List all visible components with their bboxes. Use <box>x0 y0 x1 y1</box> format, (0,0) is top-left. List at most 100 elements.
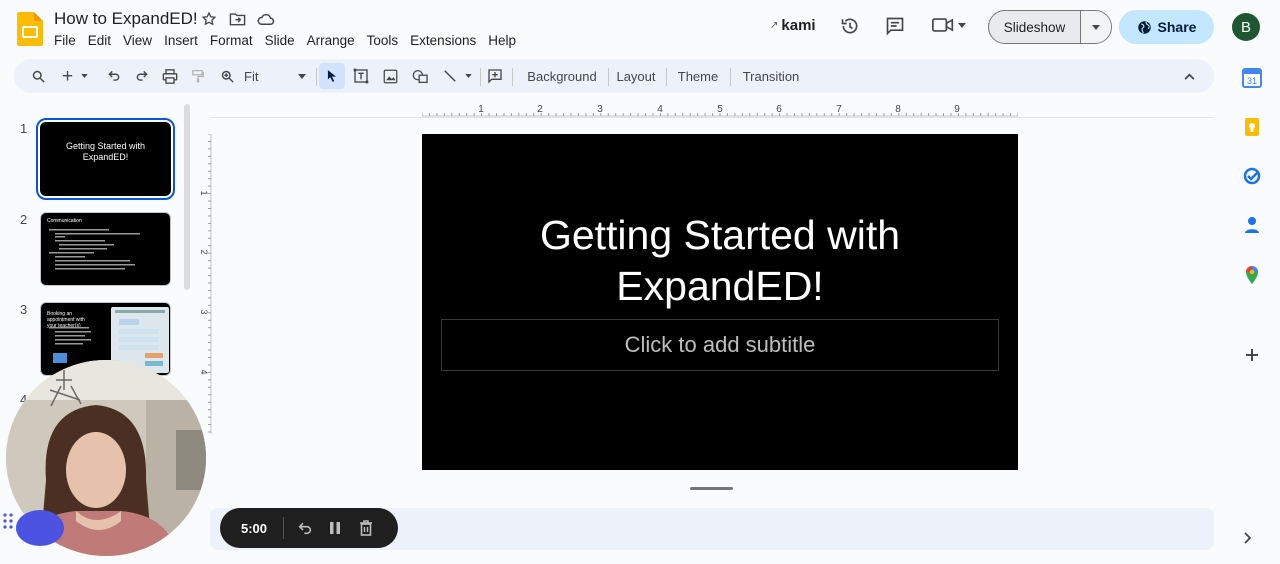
ruler-v-label: 4 <box>199 369 209 374</box>
pause-icon[interactable] <box>329 521 341 535</box>
ruler-h-label: 9 <box>954 104 960 115</box>
chevron-down-icon <box>464 74 472 78</box>
recorder-divider <box>283 517 285 539</box>
layout-button[interactable]: Layout <box>612 59 660 93</box>
toolbar-divider <box>512 68 513 86</box>
keep-notes-icon[interactable] <box>1242 117 1262 137</box>
new-slide-button[interactable]: + <box>58 59 92 93</box>
kami-extension-button[interactable]: ↗ kami <box>770 17 816 34</box>
zoom-value: Fit <box>244 68 259 84</box>
contacts-icon[interactable] <box>1242 215 1262 235</box>
recording-controls: 5:00 <box>220 508 398 548</box>
globe-icon <box>1137 20 1152 35</box>
menu-tools[interactable]: Tools <box>361 33 405 48</box>
line-tool[interactable] <box>439 59 475 93</box>
share-label: Share <box>1157 19 1197 35</box>
drag-handle-icon[interactable] <box>3 512 13 530</box>
subtitle-placeholder[interactable]: Click to add subtitle <box>441 319 999 371</box>
slide-title-line: Getting Started with <box>539 212 901 258</box>
ruler-h-label: 8 <box>895 104 901 115</box>
ruler-h-label: 1 <box>478 104 484 115</box>
ruler-h-label: 5 <box>717 104 723 115</box>
paint-format-icon[interactable] <box>188 59 208 93</box>
slide-number: 1 <box>20 121 28 136</box>
ruler-v-label: 3 <box>199 309 209 314</box>
tasks-icon[interactable] <box>1242 166 1262 186</box>
chevron-right-icon[interactable] <box>1244 532 1252 544</box>
menu-help[interactable]: Help <box>482 33 522 48</box>
speaker-notes-drag-handle[interactable] <box>690 487 733 490</box>
search-menus-icon[interactable] <box>28 59 48 93</box>
recorder-logo[interactable] <box>16 510 64 546</box>
theme-button[interactable]: Theme <box>672 59 724 93</box>
select-cursor-icon[interactable] <box>319 63 345 89</box>
vertical-ruler[interactable]: 1 2 3 4 <box>198 134 212 434</box>
ruler-h-label: 4 <box>657 104 663 115</box>
menu-edit[interactable]: Edit <box>82 33 117 48</box>
slideshow-button-group: Slideshow <box>988 10 1112 44</box>
chevron-down-icon <box>958 22 966 28</box>
menu-extensions[interactable]: Extensions <box>404 33 482 48</box>
restart-recording-icon[interactable] <box>297 521 313 535</box>
slideshow-button[interactable]: Slideshow <box>989 11 1081 43</box>
thumbnail-bullets <box>49 229 140 270</box>
redo-icon[interactable] <box>132 59 152 93</box>
slides-logo-icon[interactable] <box>17 12 43 46</box>
maps-icon[interactable] <box>1242 265 1262 285</box>
cloud-saved-icon[interactable] <box>257 11 275 27</box>
ruler-h-label: 3 <box>597 104 603 115</box>
insert-image-icon[interactable] <box>380 59 400 93</box>
filmstrip-scrollbar[interactable] <box>184 104 190 290</box>
side-panel: 31 <box>1232 60 1274 564</box>
insert-comment-icon[interactable] <box>484 59 506 93</box>
thumbnail-title: Communication <box>47 218 82 224</box>
menu-view[interactable]: View <box>117 33 158 48</box>
slide-title-line: ExpandED! <box>616 263 824 309</box>
slide-canvas[interactable]: Getting Started with ExpandED! Click to … <box>422 134 1018 470</box>
account-avatar[interactable]: B <box>1232 13 1260 41</box>
chevron-down-icon <box>81 74 88 78</box>
collapse-toolbar-chevron-up-icon[interactable] <box>1179 59 1199 93</box>
slide-thumbnail-2[interactable]: Communication <box>40 212 171 286</box>
ruler-h-label: 7 <box>836 104 842 115</box>
zoom-select[interactable]: Fit <box>244 59 306 93</box>
add-addon-plus-icon[interactable] <box>1242 345 1262 365</box>
kami-label: kami <box>781 17 816 34</box>
svg-text:31: 31 <box>1247 76 1257 86</box>
move-folder-icon[interactable] <box>229 11 246 27</box>
text-box-icon[interactable] <box>351 59 371 93</box>
menu-arrange[interactable]: Arrange <box>301 33 361 48</box>
ruler-h-label: 6 <box>776 104 782 115</box>
toolbar-divider <box>730 68 731 86</box>
comment-icon[interactable] <box>885 16 905 36</box>
horizontal-ruler[interactable]: 1 2 3 4 5 6 7 8 9 <box>422 101 1018 117</box>
menu-insert[interactable]: Insert <box>158 33 204 48</box>
chevron-down-icon <box>1092 24 1100 30</box>
star-icon[interactable] <box>201 11 217 27</box>
menu-slide[interactable]: Slide <box>259 33 301 48</box>
menu-file[interactable]: File <box>54 33 82 48</box>
slide-number: 2 <box>20 212 28 227</box>
line-icon <box>443 69 457 83</box>
undo-icon[interactable] <box>104 59 124 93</box>
meet-button[interactable] <box>932 16 966 34</box>
toolbar-divider <box>480 68 481 86</box>
thumbnail-title: Getting Started with ExpandED! <box>65 141 146 162</box>
document-title[interactable]: How to ExpandED! <box>54 9 198 29</box>
version-history-icon[interactable] <box>840 16 860 36</box>
shape-icon[interactable] <box>409 59 431 93</box>
print-icon[interactable] <box>160 59 180 93</box>
background-button[interactable]: Background <box>518 59 606 93</box>
menu-format[interactable]: Format <box>204 33 259 48</box>
calendar-icon[interactable]: 31 <box>1242 68 1262 88</box>
delete-recording-trash-icon[interactable] <box>359 520 373 536</box>
slideshow-options-dropdown[interactable] <box>1081 11 1111 43</box>
external-link-icon: ↗ <box>770 20 779 31</box>
menu-bar: File Edit View Insert Format Slide Arran… <box>54 33 522 48</box>
slide-title[interactable]: Getting Started with ExpandED! <box>422 210 1018 312</box>
zoom-icon[interactable] <box>217 59 237 93</box>
transition-button[interactable]: Transition <box>736 59 806 93</box>
slide-thumbnail-1[interactable]: Getting Started with ExpandED! <box>36 118 175 200</box>
toolbar-divider <box>608 68 609 86</box>
share-button[interactable]: Share <box>1119 10 1214 44</box>
